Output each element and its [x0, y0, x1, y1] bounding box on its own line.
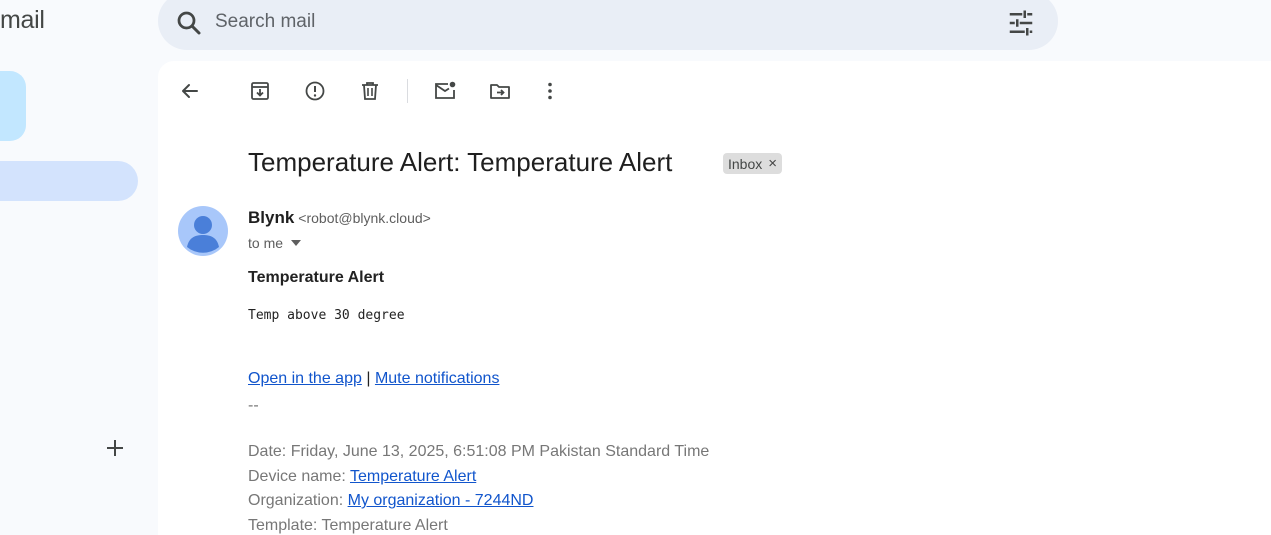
organization-label: Organization: — [248, 492, 348, 509]
device-link[interactable]: Temperature Alert — [350, 468, 476, 485]
move-to-button[interactable] — [488, 79, 512, 103]
device-line: Device name: Temperature Alert — [248, 468, 476, 486]
label-text: Inbox — [728, 155, 763, 172]
device-label: Device name: — [248, 468, 350, 485]
remove-label-icon[interactable]: × — [768, 155, 777, 172]
mark-unread-icon — [435, 81, 456, 99]
signature-divider: -- — [248, 397, 259, 414]
body-message: Temp above 30 degree — [248, 308, 405, 323]
archive-button[interactable] — [248, 79, 272, 103]
move-to-icon — [490, 84, 510, 99]
delete-button[interactable] — [358, 79, 382, 103]
date-line: Date: Friday, June 13, 2025, 6:51:08 PM … — [248, 443, 710, 460]
back-button[interactable] — [178, 79, 202, 103]
action-links: Open in the app | Mute notifications — [248, 370, 499, 388]
open-in-app-link[interactable]: Open in the app — [248, 370, 362, 387]
body-title: Temperature Alert — [248, 269, 385, 286]
more-vert-icon — [548, 82, 552, 100]
search-bar — [158, 0, 1058, 50]
back-arrow-icon — [182, 84, 198, 98]
report-spam-button[interactable] — [303, 79, 327, 103]
link-separator: | — [366, 370, 371, 387]
more-options-button[interactable] — [538, 79, 562, 103]
search-icon[interactable] — [174, 8, 204, 38]
recipient-details[interactable]: to me — [248, 235, 303, 251]
toolbar-divider — [407, 79, 408, 103]
report-spam-icon — [305, 81, 325, 101]
sender-address: <robot@blynk.cloud> — [298, 210, 431, 226]
archive-icon — [251, 82, 269, 100]
mute-notifications-link[interactable]: Mute notifications — [375, 370, 500, 387]
email-view-panel: Temperature Alert: Temperature Alert Inb… — [158, 61, 1271, 535]
chevron-down-icon — [291, 240, 302, 246]
sender-name[interactable]: Blynk — [248, 208, 294, 227]
inbox-label-chip[interactable]: Inbox × — [723, 153, 783, 174]
plus-icon[interactable] — [104, 437, 126, 459]
mark-unread-button[interactable] — [433, 79, 457, 103]
template-line: Template: Temperature Alert — [248, 517, 448, 534]
sidebar-item-inbox[interactable] — [0, 161, 138, 201]
delete-icon — [362, 82, 378, 100]
search-options-icon[interactable] — [1006, 8, 1036, 38]
organization-link[interactable]: My organization - 7244ND — [348, 492, 534, 509]
avatar[interactable] — [178, 206, 228, 256]
recipient-text: to me — [248, 235, 284, 251]
email-subject: Temperature Alert: Temperature Alert — [248, 147, 673, 177]
compose-button[interactable] — [0, 71, 26, 141]
organization-line: Organization: My organization - 7244ND — [248, 492, 533, 510]
app-logo: mail — [0, 6, 45, 34]
sender-info: Blynk <robot@blynk.cloud> — [248, 208, 431, 228]
search-input[interactable] — [213, 6, 997, 38]
